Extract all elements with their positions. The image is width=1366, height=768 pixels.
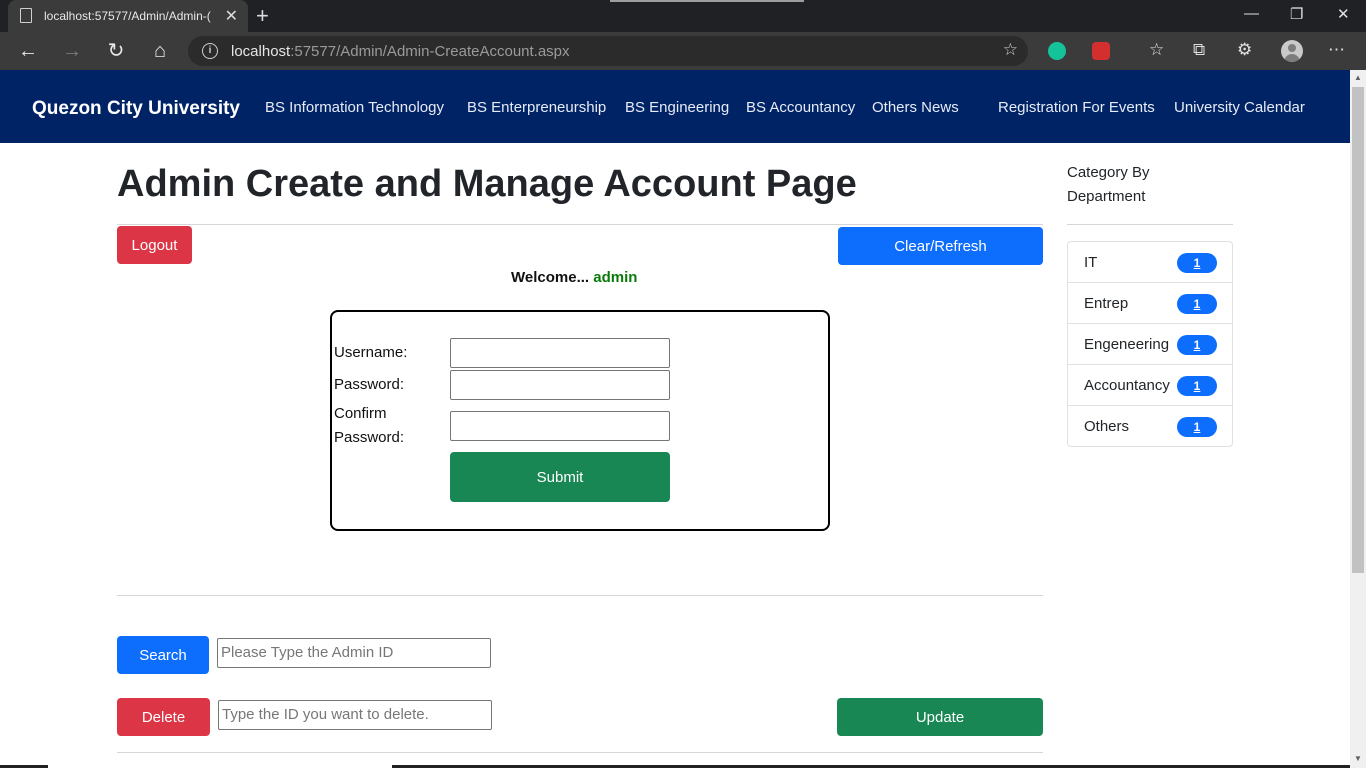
restore-icon[interactable]: ❐ xyxy=(1290,5,1303,23)
category-count-badge[interactable]: 1 xyxy=(1177,417,1217,437)
scroll-down-icon[interactable]: ▼ xyxy=(1354,754,1362,763)
profile-avatar[interactable] xyxy=(1281,40,1303,62)
category-label: Others xyxy=(1084,418,1130,435)
scroll-up-icon[interactable]: ▲ xyxy=(1354,73,1362,82)
page-scrollbar[interactable]: ▲ ▼ xyxy=(1350,70,1366,768)
delete-id-input[interactable]: Type the ID you want to delete. xyxy=(218,700,492,730)
page-icon xyxy=(20,8,32,23)
category-heading: Category By Department xyxy=(1067,164,1150,205)
category-item-others[interactable]: Others 1 xyxy=(1068,406,1232,447)
create-account-form: Username: Password: Confirm Password: Sub… xyxy=(330,310,830,531)
username-label: Username: xyxy=(334,344,408,361)
category-list: IT 1 Entrep 1 Engeneering 1 Accountancy … xyxy=(1067,241,1233,447)
extensions-icon[interactable]: ⚙ xyxy=(1237,40,1252,60)
category-count-badge[interactable]: 1 xyxy=(1177,253,1217,273)
new-tab-icon[interactable]: + xyxy=(256,3,269,29)
nav-link-university-calendar[interactable]: University Calendar xyxy=(1174,99,1305,116)
confirm-password-input[interactable] xyxy=(450,411,670,441)
forward-icon[interactable]: → xyxy=(59,38,85,64)
category-count-badge[interactable]: 1 xyxy=(1177,335,1217,355)
category-item-entrep[interactable]: Entrep 1 xyxy=(1068,283,1232,324)
submit-button[interactable]: Submit xyxy=(450,452,670,502)
nav-link-registration-events[interactable]: Registration For Events xyxy=(998,99,1155,116)
browser-tab[interactable]: localhost:57577/Admin/Admin-( ✕ xyxy=(8,0,248,32)
browser-tab-bar: localhost:57577/Admin/Admin-( ✕ + — ❐ ✕ xyxy=(0,0,1366,32)
close-tab-icon[interactable]: ✕ xyxy=(225,6,238,26)
collections-icon[interactable]: ⧉ xyxy=(1193,40,1205,60)
category-item-it[interactable]: IT 1 xyxy=(1068,242,1232,283)
page-title: Admin Create and Manage Account Page xyxy=(117,163,857,205)
scrollbar-thumb[interactable] xyxy=(1352,87,1364,573)
window-close-icon[interactable]: ✕ xyxy=(1337,5,1350,23)
divider xyxy=(117,752,1043,753)
search-button[interactable]: Search xyxy=(117,636,209,674)
nav-link-bs-accountancy[interactable]: BS Accountancy xyxy=(746,99,855,116)
brand-link[interactable]: Quezon City University xyxy=(32,98,240,120)
browser-toolbar: ← → ↻ ⌂ i localhost:57577/Admin/Admin-Cr… xyxy=(0,32,1366,70)
info-icon[interactable]: i xyxy=(202,43,218,59)
favorites-icon[interactable]: ☆ xyxy=(1149,40,1164,60)
update-button[interactable]: Update xyxy=(837,698,1043,736)
url-text[interactable]: localhost:57577/Admin/Admin-CreateAccoun… xyxy=(231,43,570,60)
window-drag-indicator xyxy=(610,0,804,2)
category-count-badge[interactable]: 1 xyxy=(1177,376,1217,396)
logout-button[interactable]: Logout xyxy=(117,226,192,264)
tab-title: localhost:57577/Admin/Admin-( xyxy=(44,9,211,23)
nav-link-bs-entrepreneurship[interactable]: BS Enterpreneurship xyxy=(467,99,606,116)
reload-icon[interactable]: ↻ xyxy=(103,38,129,64)
search-admin-id-input[interactable]: Please Type the Admin ID xyxy=(217,638,491,668)
category-label: IT xyxy=(1084,254,1098,271)
address-bar[interactable]: i localhost:57577/Admin/Admin-CreateAcco… xyxy=(188,36,1028,66)
confirm-password-label: Confirm Password: xyxy=(334,405,405,446)
site-navbar: Quezon City University BS Information Te… xyxy=(0,70,1350,143)
welcome-username: admin xyxy=(593,269,638,286)
home-icon[interactable]: ⌂ xyxy=(147,38,173,64)
category-label: Accountancy xyxy=(1084,377,1170,394)
nav-link-bs-it[interactable]: BS Information Technology xyxy=(265,99,444,116)
password-label: Password: xyxy=(334,376,405,393)
more-options-icon[interactable]: ⋯ xyxy=(1328,40,1345,60)
extension-icon[interactable] xyxy=(1092,42,1110,60)
category-label: Engeneering xyxy=(1084,336,1170,353)
divider xyxy=(117,224,1043,225)
minimize-icon[interactable]: — xyxy=(1244,5,1259,22)
password-input[interactable] xyxy=(450,370,670,400)
grammarly-extension-icon[interactable] xyxy=(1048,42,1066,60)
nav-link-bs-engineering[interactable]: BS Engineering xyxy=(625,99,729,116)
back-icon[interactable]: ← xyxy=(15,38,41,64)
category-item-accountancy[interactable]: Accountancy 1 xyxy=(1068,365,1232,406)
clear-refresh-button[interactable]: Clear/Refresh xyxy=(838,227,1043,265)
sidebar-divider xyxy=(1067,224,1233,225)
delete-button[interactable]: Delete xyxy=(117,698,210,736)
add-favorite-icon[interactable]: ☆ xyxy=(1003,40,1018,60)
category-item-engineering[interactable]: Engeneering 1 xyxy=(1068,324,1232,365)
username-input[interactable] xyxy=(450,338,670,368)
welcome-message: Welcome... admin xyxy=(511,269,638,286)
nav-link-others-news[interactable]: Others News xyxy=(872,99,959,116)
category-label: Entrep xyxy=(1084,295,1129,312)
category-count-badge[interactable]: 1 xyxy=(1177,294,1217,314)
divider xyxy=(117,595,1043,596)
